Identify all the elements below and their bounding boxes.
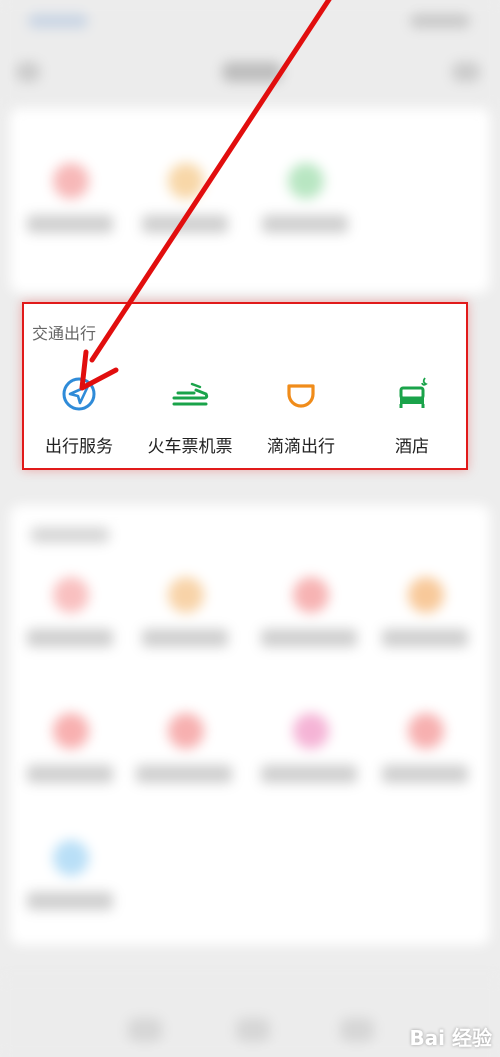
back-icon [16, 62, 40, 82]
train-flight-button[interactable]: 火车票机票 [135, 374, 245, 457]
train-flight-label: 火车票机票 [147, 437, 233, 457]
grid-item [250, 153, 360, 253]
more-icon [452, 62, 480, 82]
grid-item [255, 703, 365, 803]
section-title: 交通出行 [32, 324, 97, 343]
grid-item [130, 703, 240, 803]
travel-service-label: 出行服务 [45, 437, 113, 457]
nav-button [340, 1018, 374, 1042]
top-bar [0, 0, 500, 110]
bed-icon [399, 377, 428, 408]
transport-section: 交通出行 出行服务 火车票机票 滴滴出行 酒店 [22, 302, 468, 470]
grid-item [130, 567, 240, 667]
grid-item [15, 703, 125, 803]
navigation-arrow-icon [62, 377, 96, 411]
hotel-label: 酒店 [395, 437, 429, 457]
didi-icon [287, 384, 315, 408]
train-icon [172, 382, 209, 406]
status-bar-icons [410, 14, 470, 28]
grid-item [15, 830, 125, 930]
grid-item [370, 703, 480, 803]
section-title-placeholder [30, 527, 110, 543]
didi-button[interactable]: 滴滴出行 [246, 374, 356, 457]
grid-item [255, 567, 365, 667]
nav-button [236, 1018, 270, 1042]
card-top [10, 108, 490, 293]
nav-button [128, 1018, 162, 1042]
grid-item [130, 153, 240, 253]
travel-service-button[interactable]: 出行服务 [24, 374, 134, 457]
grid-item [15, 567, 125, 667]
card-bottom [10, 505, 490, 945]
blurred-background [0, 0, 500, 1057]
status-bar-time [28, 14, 88, 28]
didi-label: 滴滴出行 [267, 437, 335, 457]
grid-item [370, 567, 480, 667]
watermark: Bai 经验 [409, 1026, 492, 1050]
page-title-placeholder [222, 62, 282, 82]
hotel-button[interactable]: 酒店 [357, 374, 467, 457]
grid-item [15, 153, 125, 253]
